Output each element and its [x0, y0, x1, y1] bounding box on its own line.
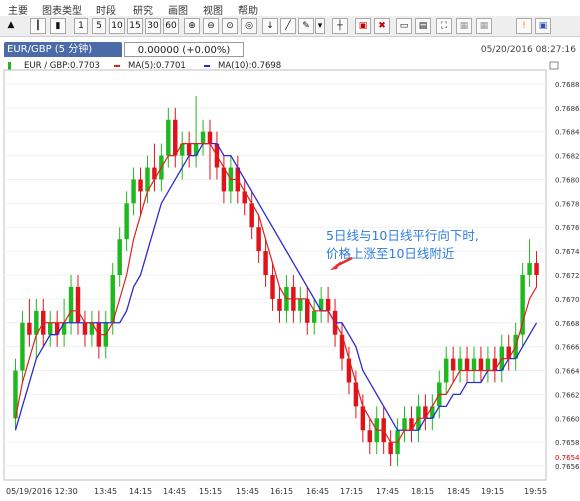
candle-body — [186, 143, 192, 156]
last-price-label: 0.7654 — [555, 454, 580, 462]
candle-body — [27, 322, 32, 335]
candle-body — [124, 203, 129, 240]
y-tick-label: 0.7678 — [555, 200, 580, 208]
candle-body — [82, 322, 88, 335]
x-tick-label: 14:15 — [129, 487, 152, 496]
candle-body — [485, 358, 491, 371]
candle-body — [173, 119, 178, 156]
candlestick-chart[interactable]: 0.7656 0.7658 0.7660 0.7662 0.7664 0.7666 0.76… — [0, 0, 580, 501]
minimize-icon[interactable] — [549, 61, 559, 70]
x-tick-label: 13:45 — [94, 487, 117, 496]
candle-body — [277, 298, 282, 311]
y-tick-label: 0.7672 — [555, 272, 580, 280]
candle-body — [47, 322, 53, 335]
y-tick-label: 0.7668 — [555, 320, 580, 328]
candle-body — [388, 442, 393, 455]
candle-body — [527, 263, 532, 275]
y-tick-label: 0.7670 — [555, 296, 580, 304]
candle-body — [68, 286, 74, 323]
y-tick-label: 0.7686 — [555, 105, 580, 113]
y-tick-label: 0.7684 — [555, 129, 580, 137]
candle-body — [166, 119, 171, 156]
candle-body — [117, 239, 122, 275]
annotation-line-1: 5日线与10日线平行向下时, — [326, 228, 479, 243]
y-tick-label: 0.7660 — [555, 415, 580, 423]
candle-body — [325, 298, 331, 311]
candle-body — [138, 179, 143, 192]
candle-body — [367, 430, 373, 443]
x-tick-label: 17:45 — [376, 487, 399, 496]
candle-body — [263, 251, 268, 275]
candle-body — [402, 418, 407, 431]
candle-body — [207, 131, 213, 144]
x-tick-label: 05/19/2016 12:30 — [6, 487, 78, 496]
y-tick-label: 0.7662 — [555, 391, 580, 399]
y-tick-label: 0.7658 — [555, 439, 580, 447]
y-tick-label: 0.7682 — [555, 153, 580, 161]
y-tick-label: 0.7656 — [555, 463, 580, 471]
y-tick-label: 0.7680 — [555, 176, 580, 184]
x-tick-label: 14:45 — [163, 487, 186, 496]
candle-body — [298, 298, 303, 311]
candle-body — [457, 358, 463, 371]
y-tick-label: 0.7666 — [555, 344, 580, 352]
x-tick-label: 15:15 — [199, 487, 222, 496]
x-tick-label: 19:55 — [524, 487, 547, 496]
candle-body — [20, 322, 25, 371]
y-tick-label: 0.7664 — [555, 368, 580, 376]
candle-body — [520, 275, 525, 335]
y-tick-label: 0.7674 — [555, 248, 580, 256]
candle-body — [534, 263, 539, 275]
candle-body — [450, 358, 456, 371]
x-tick-label: 18:15 — [411, 487, 434, 496]
candle-body — [75, 286, 81, 323]
candle-body — [478, 358, 484, 371]
candle-body — [471, 358, 477, 371]
x-tick-label: 15:45 — [236, 487, 259, 496]
candle-body — [256, 227, 261, 252]
annotation-line-2: 价格上涨至10日线附近 — [326, 246, 455, 261]
candle-body — [200, 131, 206, 144]
y-tick-label: 0.7676 — [555, 224, 580, 232]
x-tick-label: 18:45 — [447, 487, 470, 496]
candle-body — [311, 310, 317, 323]
y-tick-label: 0.7688 — [555, 81, 580, 89]
x-tick-label: 16:45 — [306, 487, 329, 496]
candle-body — [464, 358, 470, 371]
candle-body — [131, 179, 136, 204]
x-tick-label: 17:15 — [340, 487, 363, 496]
x-tick-label: 16:15 — [270, 487, 293, 496]
candle-body — [270, 275, 275, 299]
candle-body — [443, 358, 449, 383]
x-tick-label: 19:15 — [481, 487, 504, 496]
